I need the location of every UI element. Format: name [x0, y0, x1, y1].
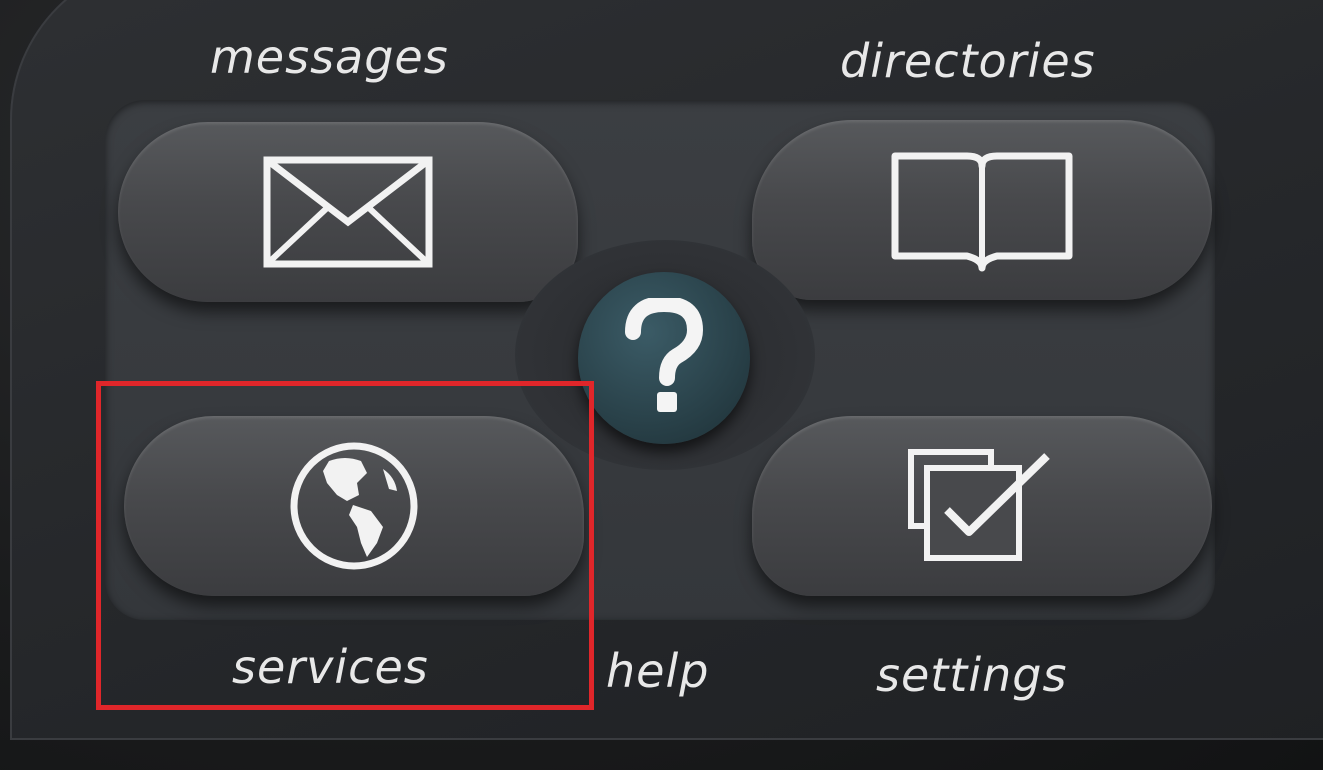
settings-button[interactable]	[752, 416, 1212, 596]
question-mark-icon	[625, 298, 704, 412]
checkbox-icon	[908, 449, 1050, 561]
phone-keypad: messages directories services help setti…	[0, 0, 1323, 770]
book-icon	[891, 152, 1073, 272]
help-button[interactable]	[578, 272, 750, 444]
directories-label: directories	[840, 34, 1096, 88]
settings-label: settings	[876, 648, 1068, 702]
envelope-icon	[263, 156, 433, 268]
services-highlight-box	[96, 381, 594, 710]
messages-button[interactable]	[118, 122, 578, 302]
directories-button[interactable]	[752, 120, 1212, 300]
messages-label: messages	[210, 30, 449, 84]
help-label: help	[606, 644, 710, 698]
